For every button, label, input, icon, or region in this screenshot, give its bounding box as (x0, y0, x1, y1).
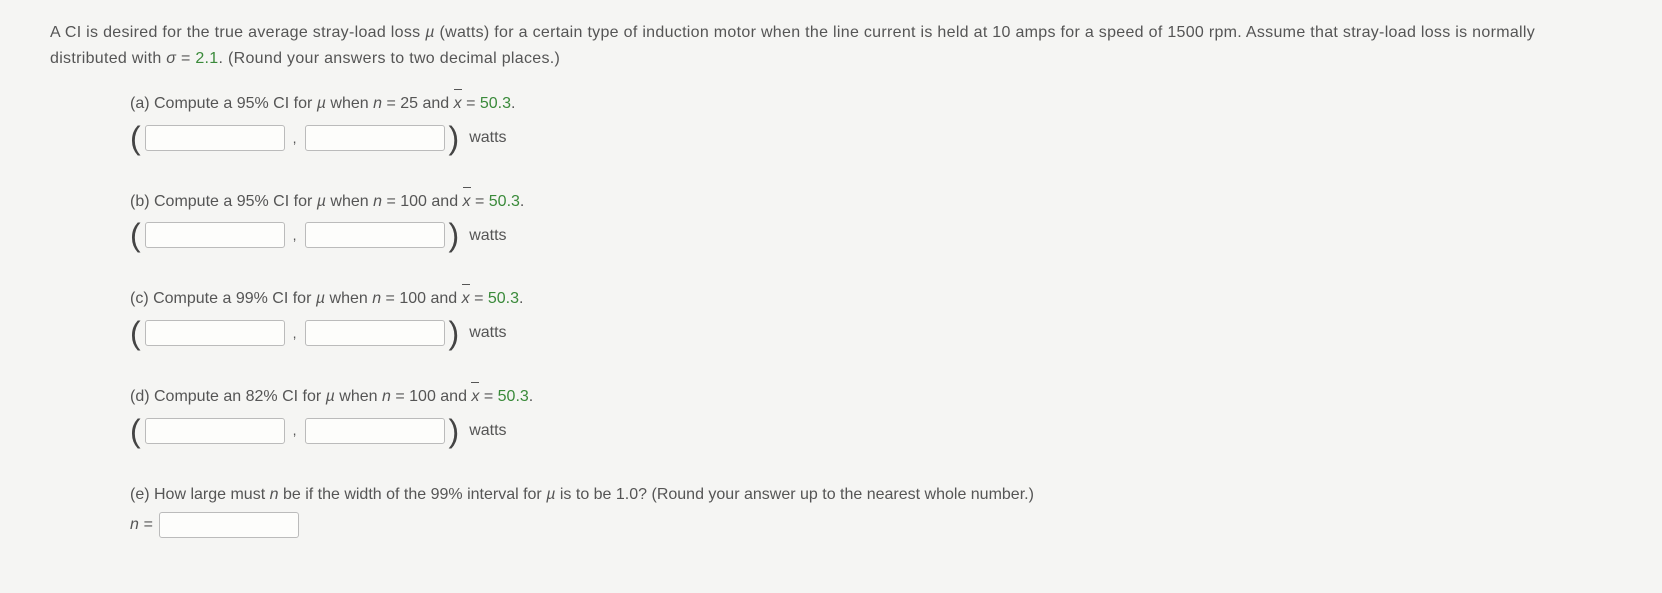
close-paren-icon: ) (449, 122, 460, 154)
part-a: (a) Compute a 95% CI for µ when n = 25 a… (130, 91, 1612, 154)
part-e-label: (e) How large must n be if the width of … (130, 482, 1612, 508)
open-paren-icon: ( (130, 317, 141, 349)
part-a-lower-input[interactable] (145, 125, 285, 151)
xbar-value-c: 50.3 (488, 290, 519, 307)
comma-separator: , (293, 127, 297, 149)
part-c-lower-input[interactable] (145, 320, 285, 346)
part-b-upper-input[interactable] (305, 222, 445, 248)
unit-label: watts (469, 418, 506, 444)
xbar-value-d: 50.3 (498, 388, 529, 405)
xbar-symbol: x (471, 384, 479, 410)
intro-part3: = (176, 50, 195, 67)
part-b-lower-input[interactable] (145, 222, 285, 248)
xbar-value-a: 50.3 (480, 95, 511, 112)
part-b-answer: ( , ) watts (130, 219, 1612, 251)
close-paren-icon: ) (449, 415, 460, 447)
sigma-value: 2.1 (195, 50, 218, 67)
mu-symbol: µ (425, 24, 435, 41)
n-equals-label: n = (130, 512, 153, 538)
part-c: (c) Compute a 99% CI for µ when n = 100 … (130, 286, 1612, 349)
part-e-n-input[interactable] (159, 512, 299, 538)
xbar-value-b: 50.3 (489, 193, 520, 210)
part-e: (e) How large must n be if the width of … (130, 482, 1612, 539)
xbar-symbol: x (462, 286, 470, 312)
intro-part1: A CI is desired for the true average str… (50, 24, 425, 41)
part-c-answer: ( , ) watts (130, 317, 1612, 349)
comma-separator: , (293, 322, 297, 344)
sigma-symbol: σ (166, 50, 176, 67)
part-a-upper-input[interactable] (305, 125, 445, 151)
xbar-symbol: x (454, 91, 462, 117)
unit-label: watts (469, 125, 506, 151)
part-d-label: (d) Compute an 82% CI for µ when n = 100… (130, 384, 1612, 410)
part-c-upper-input[interactable] (305, 320, 445, 346)
part-e-answer: n = (130, 512, 1612, 538)
part-d-answer: ( , ) watts (130, 415, 1612, 447)
open-paren-icon: ( (130, 122, 141, 154)
unit-label: watts (469, 223, 506, 249)
close-paren-icon: ) (449, 317, 460, 349)
problem-statement: A CI is desired for the true average str… (50, 20, 1612, 71)
xbar-symbol: x (463, 189, 471, 215)
part-a-label: (a) Compute a 95% CI for µ when n = 25 a… (130, 91, 1612, 117)
part-b-label: (b) Compute a 95% CI for µ when n = 100 … (130, 189, 1612, 215)
part-d: (d) Compute an 82% CI for µ when n = 100… (130, 384, 1612, 447)
comma-separator: , (293, 224, 297, 246)
open-paren-icon: ( (130, 415, 141, 447)
part-b: (b) Compute a 95% CI for µ when n = 100 … (130, 189, 1612, 252)
unit-label: watts (469, 320, 506, 346)
part-d-lower-input[interactable] (145, 418, 285, 444)
intro-part4: . (Round your answers to two decimal pla… (219, 50, 561, 67)
close-paren-icon: ) (449, 219, 460, 251)
open-paren-icon: ( (130, 219, 141, 251)
part-a-answer: ( , ) watts (130, 122, 1612, 154)
part-c-label: (c) Compute a 99% CI for µ when n = 100 … (130, 286, 1612, 312)
part-d-upper-input[interactable] (305, 418, 445, 444)
comma-separator: , (293, 419, 297, 441)
